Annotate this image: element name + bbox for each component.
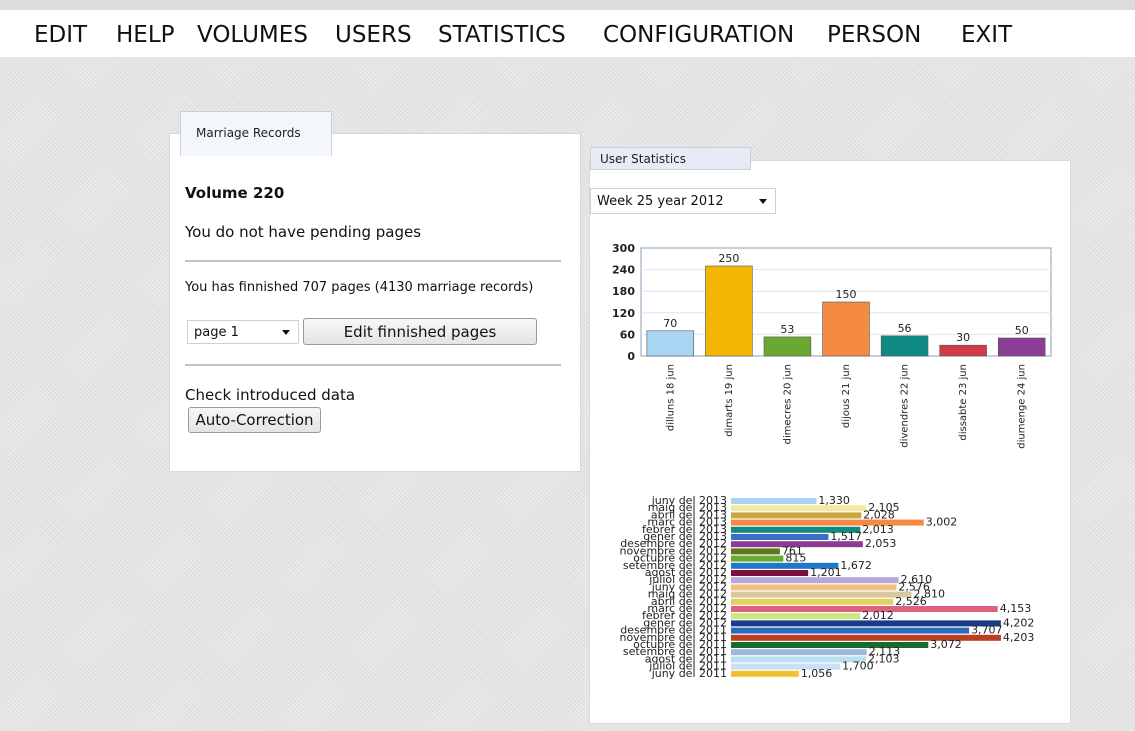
data-label: 3,072 [930, 638, 962, 651]
data-label: 2,013 [862, 523, 894, 536]
data-label: 3,002 [926, 516, 958, 529]
x-tick-label: dimecres 20 jun [782, 364, 793, 444]
data-label: 4,203 [1003, 631, 1035, 644]
x-tick-label: dijous 21 jun [841, 364, 852, 428]
bar [731, 591, 912, 598]
x-tick-label: dilluns 18 jun [665, 364, 676, 431]
bar [880, 335, 929, 357]
data-label: 1,201 [810, 566, 842, 579]
bar [731, 598, 894, 605]
statistics-charts: 0 60 120 180 240 300 70 dilluns 18 jun 250 dimart… [612, 242, 1052, 680]
data-label: 2,012 [862, 609, 894, 622]
bar [731, 534, 829, 540]
data-label: 4,202 [1003, 616, 1035, 629]
bar [731, 670, 799, 677]
bar [731, 620, 1001, 627]
bar [731, 649, 867, 656]
data-label: 1,672 [840, 559, 872, 572]
bar [646, 330, 695, 357]
data-label: 150 [836, 288, 857, 301]
y-tick-label: 180 [612, 285, 635, 298]
data-label: 56 [898, 322, 912, 335]
y-tick-label: juny del 2011 [651, 667, 727, 680]
y-tick-label: 300 [612, 242, 635, 255]
x-tick-label: dimarts 19 jun [724, 364, 735, 437]
data-label: 70 [663, 317, 677, 330]
data-label: 2,526 [895, 595, 927, 608]
bar [731, 555, 784, 562]
x-tick-label: diumenge 24 jun [1017, 364, 1028, 449]
data-label: 53 [780, 323, 794, 336]
data-label: 1,330 [818, 494, 850, 507]
data-label: 1,517 [830, 530, 862, 543]
data-label: 4,153 [1000, 602, 1031, 615]
bar [822, 301, 870, 357]
y-tick-label: 60 [620, 328, 636, 341]
bar [705, 265, 753, 357]
bar [731, 505, 867, 512]
bar [939, 344, 987, 357]
bar [731, 548, 780, 555]
data-label: 30 [956, 331, 970, 344]
bar [997, 337, 1046, 357]
bar [731, 570, 809, 576]
x-tick-label: dissabte 23 jun [958, 364, 969, 441]
bar [731, 519, 924, 526]
bar [731, 498, 817, 504]
data-label: 3,707 [971, 624, 1003, 637]
y-tick-label: 120 [612, 307, 635, 320]
data-label: 2,028 [863, 508, 895, 521]
data-label: 1,056 [801, 667, 833, 680]
bar [763, 336, 812, 357]
data-label: 250 [718, 252, 739, 265]
data-label: 50 [1015, 324, 1029, 337]
data-label: 1,700 [842, 660, 874, 673]
y-tick-label: 0 [627, 350, 635, 363]
y-tick-label: 240 [612, 264, 635, 277]
bar [731, 577, 899, 584]
data-label: 2,053 [865, 537, 897, 550]
bar [731, 627, 970, 634]
bar [731, 613, 861, 620]
x-tick-label: divendres 22 jun [900, 364, 911, 448]
bar [731, 584, 897, 591]
bar [731, 512, 862, 519]
data-label: 815 [785, 552, 806, 565]
